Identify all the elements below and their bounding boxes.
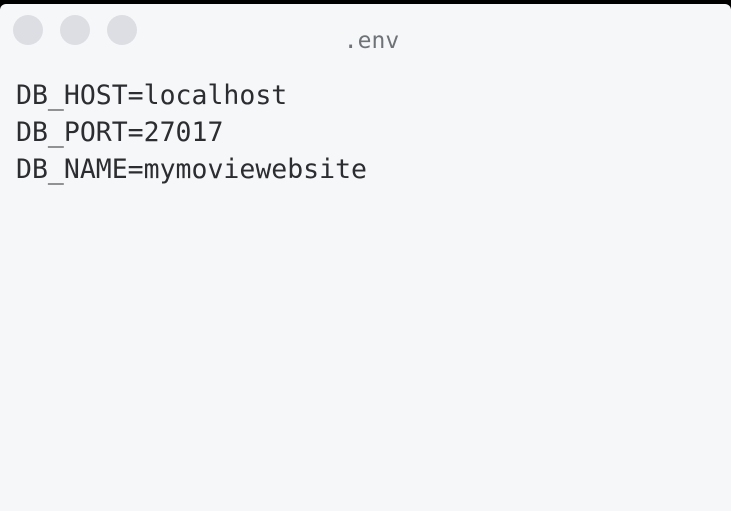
window-title: .env xyxy=(343,28,400,54)
code-line: DB_NAME=mymoviewebsite xyxy=(16,154,367,185)
title-bar: .env xyxy=(0,4,731,64)
editor-window: .env DB_HOST=localhost DB_PORT=27017 DB_… xyxy=(0,4,731,511)
code-line: DB_HOST=localhost xyxy=(16,80,288,111)
code-line: DB_PORT=27017 xyxy=(16,117,224,148)
code-editor[interactable]: DB_HOST=localhost DB_PORT=27017 DB_NAME=… xyxy=(16,77,721,188)
